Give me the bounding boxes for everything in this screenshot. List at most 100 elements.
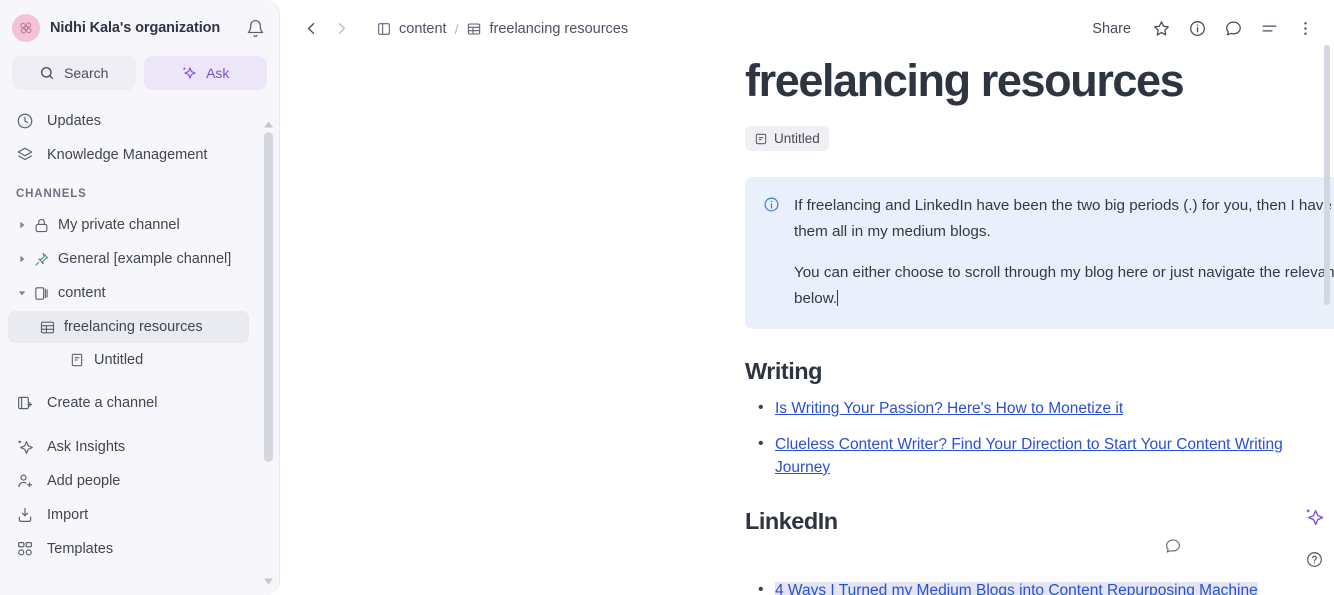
document-body: freelancing resources Untitled If freela…	[280, 57, 1334, 595]
sidebar-page-label: Untitled	[94, 352, 144, 368]
book-icon	[376, 21, 392, 37]
create-channel-icon	[16, 394, 34, 412]
page-tag-row: Untitled	[745, 126, 1334, 152]
add-person-icon	[16, 472, 34, 490]
writing-link-list: Is Writing Your Passion? Here's How to M…	[745, 396, 1334, 480]
sidebar-scrollbar[interactable]	[262, 118, 275, 587]
breadcrumb-label: content	[399, 20, 447, 37]
sidebar-item-label: Updates	[47, 113, 102, 129]
scroll-up-arrow-icon[interactable]	[264, 118, 273, 130]
linkedin-link-list: 4 Ways I Turned my Medium Blogs into Con…	[745, 578, 1334, 595]
link-monetize-writing[interactable]: Is Writing Your Passion? Here's How to M…	[775, 400, 1123, 417]
bell-icon[interactable]	[246, 19, 265, 38]
document-content: freelancing resources Untitled If freela…	[745, 57, 1334, 595]
list-icon[interactable]	[1254, 14, 1284, 44]
comment-icon[interactable]	[1218, 14, 1248, 44]
search-icon	[39, 65, 55, 81]
sidebar-channel-label: General [example channel]	[58, 251, 232, 267]
main-area: content / freelancing resources Share fr…	[280, 0, 1334, 595]
callout-paragraph-1: If freelancing and LinkedIn have been th…	[794, 197, 1334, 240]
ask-button[interactable]: Ask	[143, 56, 267, 90]
table-icon	[466, 21, 482, 37]
breadcrumb-item-content[interactable]: content	[376, 21, 447, 37]
channels-section-label: CHANNELS	[16, 188, 87, 200]
page-title[interactable]: freelancing resources	[745, 57, 1334, 105]
link-clueless-content-writer[interactable]: Clueless Content Writer? Find Your Direc…	[775, 436, 1283, 476]
text-cursor	[837, 289, 839, 306]
sidebar-item-label: Knowledge Management	[47, 147, 208, 163]
doc-icon	[66, 352, 88, 368]
pin-icon	[30, 251, 52, 268]
chevron-right-icon[interactable]	[14, 255, 30, 263]
ask-button-label: Ask	[206, 65, 230, 81]
sidebar-item-label: Ask Insights	[47, 439, 126, 455]
scroll-down-arrow-icon[interactable]	[264, 575, 273, 587]
breadcrumb-separator: /	[454, 20, 459, 37]
sidebar-channel-content[interactable]: content	[8, 276, 249, 310]
more-vertical-icon[interactable]	[1290, 14, 1320, 44]
top-bar: content / freelancing resources Share	[280, 0, 1334, 57]
sidebar-page-untitled[interactable]: Untitled	[8, 344, 249, 376]
sidebar-channel-general[interactable]: General [example channel]	[8, 242, 249, 276]
callout-text[interactable]: If freelancing and LinkedIn have been th…	[794, 193, 1334, 311]
page-tag-untitled[interactable]: Untitled	[745, 126, 829, 152]
forward-button[interactable]	[326, 14, 356, 44]
sidebar-channel-my-private-channel[interactable]: My private channel	[8, 208, 249, 242]
sidebar-item-label: Add people	[47, 473, 121, 489]
table-icon	[36, 319, 58, 336]
breadcrumb-item-freelancing-resources[interactable]: freelancing resources	[466, 21, 628, 37]
chevron-right-icon[interactable]	[14, 221, 30, 229]
chevron-down-icon[interactable]	[14, 289, 30, 297]
sidebar-item-templates[interactable]: Templates	[8, 532, 249, 566]
callout-paragraph-2-text: You can either choose to scroll through …	[794, 264, 1334, 307]
help-button[interactable]	[1305, 550, 1324, 569]
list-item: Is Writing Your Passion? Here's How to M…	[745, 396, 1334, 420]
org-name: Nidhi Kala's organization	[50, 20, 221, 36]
page-tag-label: Untitled	[774, 131, 820, 147]
section-heading-writing: Writing	[745, 358, 823, 385]
sidebar-item-create-a-channel[interactable]: Create a channel	[8, 386, 249, 420]
breadcrumb-label: freelancing resources	[489, 20, 629, 37]
share-button[interactable]: Share	[1083, 15, 1140, 43]
doc-icon	[754, 132, 768, 146]
templates-icon	[16, 540, 34, 558]
info-circle-icon	[763, 193, 780, 311]
main-scrollbar-thumb[interactable]	[1324, 45, 1330, 305]
back-button[interactable]	[296, 14, 326, 44]
sidebar-item-add-people[interactable]: Add people	[8, 464, 249, 498]
breadcrumb: content / freelancing resources	[376, 21, 628, 37]
app-root: Nidhi Kala's organization Search Ask Upd…	[0, 0, 1334, 595]
sidebar-item-ask-insights[interactable]: Ask Insights	[8, 430, 249, 464]
sparkle-icon	[16, 438, 34, 456]
sidebar-item-knowledge-management[interactable]: Knowledge Management	[8, 138, 249, 172]
sidebar-scrollbar-thumb[interactable]	[264, 132, 273, 462]
main-scrollbar[interactable]	[1324, 45, 1332, 515]
star-icon[interactable]	[1146, 14, 1176, 44]
sparkle-icon	[181, 65, 197, 81]
section-heading-linkedin: LinkedIn	[745, 508, 838, 535]
link-content-repurposing-machine[interactable]: 4 Ways I Turned my Medium Blogs into Con…	[775, 582, 1258, 595]
clock-icon	[16, 112, 34, 130]
sidebar-item-label: Import	[47, 507, 89, 523]
lock-icon	[30, 217, 52, 234]
sidebar-item-updates[interactable]: Updates	[8, 104, 249, 138]
sidebar-page-freelancing-resources[interactable]: freelancing resources	[8, 311, 249, 343]
inline-comment-icon[interactable]	[1164, 537, 1182, 555]
info-icon[interactable]	[1182, 14, 1212, 44]
book-icon	[30, 285, 52, 302]
ai-assistant-button[interactable]	[1304, 507, 1324, 527]
organization-header[interactable]: Nidhi Kala's organization	[0, 0, 279, 56]
sidebar-item-import[interactable]: Import	[8, 498, 249, 532]
search-button[interactable]: Search	[12, 56, 136, 90]
info-callout: If freelancing and LinkedIn have been th…	[745, 177, 1334, 330]
list-item: 4 Ways I Turned my Medium Blogs into Con…	[745, 578, 1334, 595]
list-item: Clueless Content Writer? Find Your Direc…	[745, 432, 1334, 480]
sidebar-item-label: Templates	[47, 541, 114, 557]
sidebar-channel-label: My private channel	[58, 217, 180, 233]
search-ask-row: Search Ask	[0, 56, 279, 100]
top-bar-actions: Share	[1083, 14, 1320, 44]
sidebar-scroll-area: Updates Knowledge Management CHANNELS My…	[0, 100, 279, 595]
callout-paragraph-2: You can either choose to scroll through …	[794, 260, 1334, 311]
